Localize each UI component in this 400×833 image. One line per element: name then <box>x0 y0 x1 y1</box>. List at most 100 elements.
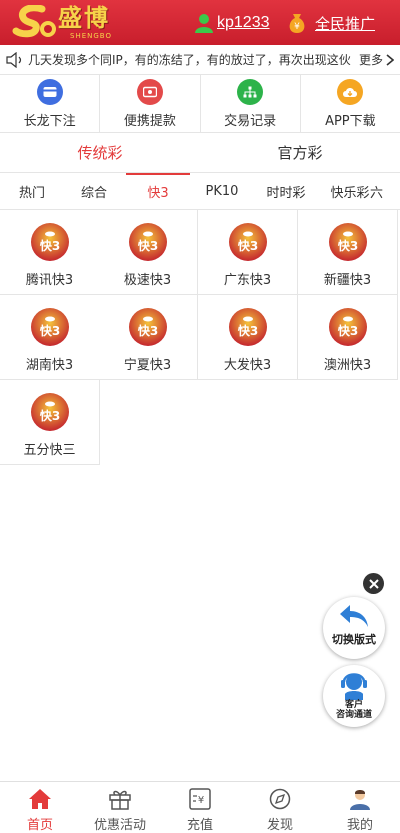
game-item[interactable]: 快3 宁夏快3 <box>98 295 198 380</box>
quick-actions: 长龙下注 便携提款 交易记录 APP下载 <box>0 75 400 133</box>
nav-label: 首页 <box>26 818 53 833</box>
svg-text:快3: 快3 <box>337 238 357 253</box>
k3-game-icon: 快3 <box>228 223 267 261</box>
notice-text: 几天发现多个同IP，有的冻结了，有的放过了，再次出现这伙 <box>28 53 351 67</box>
game-label: 五分快三 <box>23 443 76 458</box>
nav-promotions[interactable]: 优惠活动 <box>80 782 160 833</box>
nav-label: 我的 <box>346 818 373 833</box>
tab-official[interactable]: 官方彩 <box>200 133 400 172</box>
svg-text:快3: 快3 <box>237 238 257 253</box>
nav-home[interactable]: 首页 <box>0 782 80 833</box>
logo-brand-sub: SHENGBO <box>70 32 112 40</box>
cloud-download-icon <box>337 79 364 105</box>
game-item[interactable]: 快3 五分快三 <box>0 380 100 465</box>
game-label: 腾讯快3 <box>25 273 74 288</box>
notice-more-label[interactable]: 更多 <box>359 51 383 68</box>
wallet-icon <box>36 79 63 105</box>
svg-text:快3: 快3 <box>39 238 59 253</box>
logo-mark-icon <box>12 5 56 38</box>
logo-brand: 盛博 <box>58 4 110 32</box>
nav-recharge[interactable]: ¥ 充值 <box>160 782 240 833</box>
bottom-nav: 首页 优惠活动 ¥ 充值 发现 我的 <box>0 781 400 833</box>
close-icon <box>368 578 379 589</box>
nav-discover[interactable]: 发现 <box>240 782 320 833</box>
k3-game-icon: 快3 <box>228 308 267 346</box>
headset-agent-icon <box>341 673 367 700</box>
subtab-general[interactable]: 综合 <box>62 173 126 209</box>
quick-action-app-download[interactable]: APP下载 <box>301 75 400 132</box>
notice-more-button[interactable]: 更多 <box>359 51 394 68</box>
service-label-line1: 客户 <box>344 700 363 710</box>
svg-text:快3: 快3 <box>337 323 357 338</box>
subtab-ssc[interactable]: 时时彩 <box>254 173 318 209</box>
game-label: 大发快3 <box>223 358 272 373</box>
nav-profile[interactable]: 我的 <box>320 782 400 833</box>
k3-game-icon: 快3 <box>328 308 367 346</box>
subtab-hot[interactable]: 热门 <box>0 173 64 209</box>
game-label: 新疆快3 <box>323 273 372 288</box>
close-float-button[interactable] <box>363 573 384 594</box>
svg-text:快3: 快3 <box>237 323 257 338</box>
game-label: 澳洲快3 <box>323 358 372 373</box>
k3-game-icon: 快3 <box>30 223 69 261</box>
speaker-icon <box>6 51 22 68</box>
recharge-icon: ¥ <box>189 788 211 810</box>
switch-layout-button[interactable]: 切换版式 <box>323 597 385 659</box>
svg-text:¥: ¥ <box>198 795 204 806</box>
svg-text:快3: 快3 <box>39 323 59 338</box>
return-arrow-icon <box>340 605 368 627</box>
k3-game-icon: 快3 <box>30 308 69 346</box>
chevron-right-icon <box>386 53 394 66</box>
cash-icon <box>136 79 163 105</box>
network-icon <box>237 79 264 105</box>
quick-action-transactions[interactable]: 交易记录 <box>201 75 301 132</box>
subtab-pk10[interactable]: PK10 <box>190 173 254 209</box>
game-item[interactable]: 快3 湖南快3 <box>0 295 100 380</box>
game-label: 湖南快3 <box>25 358 74 373</box>
subtab-k3[interactable]: 快3 <box>126 173 190 209</box>
compass-icon <box>269 788 291 810</box>
game-item[interactable]: 快3 极速快3 <box>98 210 198 295</box>
main-tabs: 传统彩 官方彩 <box>0 133 400 173</box>
game-item[interactable]: 快3 广东快3 <box>198 210 298 295</box>
svg-text:快3: 快3 <box>39 408 59 423</box>
nav-label: 充值 <box>186 818 213 833</box>
k3-game-icon: 快3 <box>128 308 167 346</box>
user-account[interactable]: kp1233 <box>195 12 270 34</box>
nav-label: 发现 <box>266 818 293 833</box>
svg-text:¥: ¥ <box>294 22 300 32</box>
promotion-link[interactable]: ¥ 全民推广 <box>287 12 375 34</box>
svg-text:快3: 快3 <box>137 323 157 338</box>
k3-game-icon: 快3 <box>30 393 69 431</box>
money-bag-icon: ¥ <box>289 14 305 33</box>
nav-label: 优惠活动 <box>93 818 146 833</box>
game-item[interactable]: 快3 大发快3 <box>198 295 298 380</box>
game-item[interactable]: 快3 腾讯快3 <box>0 210 100 295</box>
svg-text:快3: 快3 <box>137 238 157 253</box>
game-label: 广东快3 <box>223 273 272 288</box>
game-label: 极速快3 <box>123 273 172 288</box>
game-label: 宁夏快3 <box>123 358 172 373</box>
sub-tabs: 热门 综合 快3 PK10 时时彩 快乐彩 六 <box>0 173 400 210</box>
quick-action-label: 长龙下注 <box>23 114 76 129</box>
username[interactable]: kp1233 <box>217 14 270 32</box>
app-header: 盛博 SHENGBO kp1233 ¥ 全民推广 <box>0 0 400 45</box>
notice-bar: 几天发现多个同IP，有的冻结了，有的放过了，再次出现这伙 更多 <box>0 45 400 75</box>
logo[interactable]: 盛博 SHENGBO <box>12 3 130 43</box>
switch-layout-label: 切换版式 <box>332 633 376 646</box>
promotion-label[interactable]: 全民推广 <box>315 13 375 34</box>
k3-game-icon: 快3 <box>128 223 167 261</box>
gift-icon <box>109 790 131 810</box>
profile-icon <box>350 790 370 810</box>
home-icon <box>29 789 51 809</box>
game-item[interactable]: 快3 澳洲快3 <box>298 295 398 380</box>
k3-game-icon: 快3 <box>328 223 367 261</box>
quick-action-dragon-bet[interactable]: 长龙下注 <box>0 75 101 132</box>
quick-action-withdraw[interactable]: 便携提款 <box>100 75 201 132</box>
customer-service-button[interactable]: 客户 咨询通道 <box>323 665 385 727</box>
subtab-liuhe[interactable]: 六 <box>370 173 400 209</box>
game-item[interactable]: 快3 新疆快3 <box>298 210 398 295</box>
quick-action-label: 交易记录 <box>224 114 277 129</box>
tab-traditional[interactable]: 传统彩 <box>0 133 200 172</box>
service-label-line2: 咨询通道 <box>335 710 372 720</box>
